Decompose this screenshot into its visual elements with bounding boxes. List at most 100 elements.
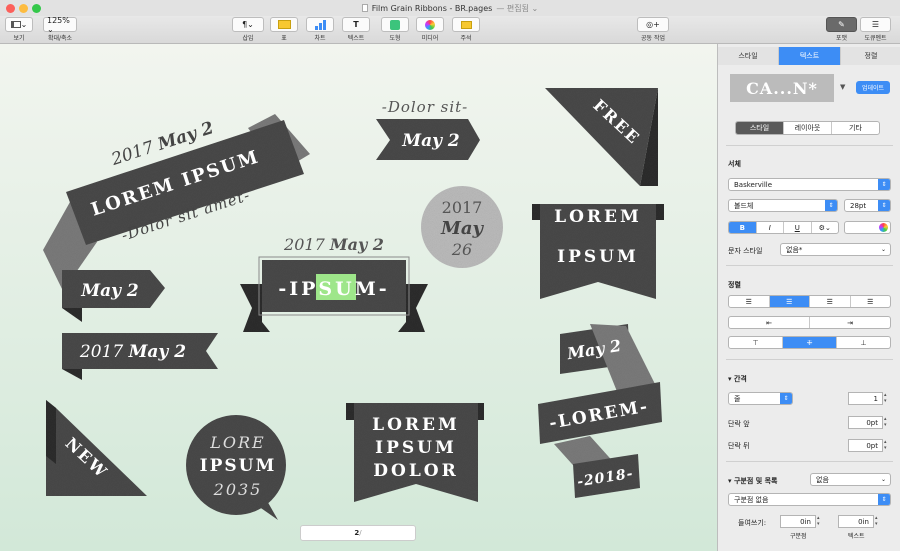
indent-bullet-stepper[interactable]: ▴ ▾ bbox=[817, 515, 824, 528]
indent-bullet-input[interactable]: 0in bbox=[780, 515, 816, 528]
indent-text-caption: 텍스트 bbox=[848, 533, 865, 540]
comment-control[interactable]: 주석 bbox=[452, 17, 480, 42]
bullets-section-label[interactable]: ▾ 구분점 및 목록 bbox=[728, 476, 777, 486]
r4-month-text: May bbox=[440, 218, 485, 239]
bullet-style-select[interactable]: 구분점 없음 ⇕ bbox=[728, 493, 891, 506]
comment-label: 주석 bbox=[460, 35, 472, 42]
text-button[interactable]: T bbox=[342, 17, 370, 32]
bullet-style-value: 구분점 없음 bbox=[734, 495, 769, 504]
spacing-section-label[interactable]: ▾ 간격 bbox=[728, 374, 747, 384]
subtab-style[interactable]: 스타일 bbox=[736, 122, 784, 134]
before-paragraph-stepper[interactable]: ▴ ▾ bbox=[884, 416, 891, 429]
insert-button[interactable]: ¶⌄ bbox=[232, 17, 264, 32]
update-style-button[interactable]: 업데이트 bbox=[856, 81, 890, 94]
align-middle-icon[interactable]: ⁜ bbox=[783, 337, 837, 348]
line-spacing-select[interactable]: 줄 ⇕ bbox=[728, 392, 793, 405]
decrease-indent-icon[interactable]: ⇤ bbox=[729, 317, 810, 328]
text-subtabs: 스타일 레이아웃 기타 bbox=[735, 121, 880, 135]
zoom-window-button[interactable] bbox=[32, 4, 41, 13]
chevron-down-icon: ⌄ bbox=[880, 476, 886, 483]
text-control[interactable]: T 텍스트 bbox=[342, 17, 370, 42]
collab-button[interactable]: ◎+ bbox=[637, 17, 669, 32]
font-weight-value: 볼드체 bbox=[734, 201, 754, 210]
format-button[interactable]: ✎ bbox=[826, 17, 857, 32]
align-section-label: 정렬 bbox=[728, 281, 741, 289]
zoom-label: 확대/축소 bbox=[47, 35, 73, 42]
paintbrush-icon: ✎ bbox=[838, 20, 845, 29]
insert-control[interactable]: ¶⌄ 삽입 bbox=[232, 17, 264, 42]
line-spacing-input[interactable]: 1 bbox=[848, 392, 883, 405]
close-window-button[interactable] bbox=[6, 4, 15, 13]
subtab-more[interactable]: 기타 bbox=[832, 122, 879, 134]
font-size-value: 28pt bbox=[850, 201, 867, 210]
text-color-well[interactable] bbox=[844, 221, 891, 234]
style-dropdown-icon[interactable]: ▼ bbox=[840, 83, 845, 91]
tab-arrange[interactable]: 정렬 bbox=[840, 47, 900, 65]
bullets-select[interactable]: 없음 ⌄ bbox=[810, 473, 891, 486]
sidebar-icon bbox=[10, 21, 21, 28]
color-wheel-icon bbox=[879, 223, 888, 232]
after-paragraph-stepper[interactable]: ▴ ▾ bbox=[884, 439, 891, 452]
subtab-layout[interactable]: 레이아웃 bbox=[784, 122, 832, 134]
char-style-label: 문자 스타일 bbox=[728, 247, 763, 255]
insert-label: 삽입 bbox=[242, 35, 254, 42]
r4-day-text: 26 bbox=[451, 240, 472, 259]
r6-main-text[interactable]: -IPSUM- bbox=[278, 278, 389, 300]
collab-control[interactable]: ◎+ 공동 작업 bbox=[637, 17, 669, 42]
after-paragraph-input[interactable]: 0pt bbox=[848, 439, 883, 452]
tab-style[interactable]: 스타일 bbox=[718, 47, 779, 65]
align-right-icon[interactable]: ☰ bbox=[810, 296, 851, 307]
toolbar: ⌄ 보기 125% ⌄ 확대/축소 ¶⌄ 삽입 표 차트 T 텍스트 도형 미디… bbox=[0, 16, 900, 44]
paragraph-icon: ¶⌄ bbox=[242, 20, 254, 29]
line-spacing-stepper[interactable]: ▴ ▾ bbox=[884, 392, 891, 405]
r11-l1-text: LORE bbox=[209, 433, 265, 452]
view-menu-button[interactable]: ⌄ bbox=[5, 17, 33, 32]
font-family-select[interactable]: Baskerville ⇕ bbox=[728, 178, 891, 191]
font-weight-select[interactable]: 볼드체 ⇕ bbox=[728, 199, 838, 212]
format-label: 포맷 bbox=[835, 35, 848, 42]
r5-bottom-text: IPSUM bbox=[557, 247, 639, 267]
ribbon-new-corner[interactable] bbox=[46, 400, 147, 496]
table-control[interactable]: 표 bbox=[270, 17, 298, 42]
bold-button[interactable]: B bbox=[729, 222, 757, 233]
align-justify-icon[interactable]: ☰ bbox=[851, 296, 891, 307]
paragraph-style-preview[interactable]: CA...N* bbox=[730, 74, 834, 102]
media-control[interactable]: 미디어 bbox=[416, 17, 444, 42]
italic-button[interactable]: I bbox=[757, 222, 784, 233]
align-left-icon[interactable]: ☰ bbox=[729, 296, 770, 307]
r2-main-text: May 2 bbox=[401, 131, 460, 151]
indent-bullet-caption: 구분점 bbox=[790, 533, 807, 540]
char-style-select[interactable]: 없음* ⌄ bbox=[780, 243, 891, 256]
tab-text[interactable]: 텍스트 bbox=[779, 47, 840, 65]
increase-indent-icon[interactable]: ⇥ bbox=[810, 317, 890, 328]
document-control[interactable]: ☰ 도큐멘트 bbox=[860, 17, 891, 42]
view-control[interactable]: ⌄ 보기 bbox=[5, 17, 33, 42]
before-paragraph-input[interactable]: 0pt bbox=[848, 416, 883, 429]
media-button[interactable] bbox=[416, 17, 444, 32]
document-button[interactable]: ☰ bbox=[860, 17, 891, 32]
font-size-select[interactable]: 28pt ⇕ bbox=[844, 199, 891, 212]
shape-button[interactable] bbox=[381, 17, 409, 32]
zoom-select[interactable]: 125% ⌄ bbox=[43, 16, 77, 34]
format-control[interactable]: ✎ 포맷 bbox=[826, 17, 857, 42]
table-label: 표 bbox=[281, 35, 287, 42]
edit-state[interactable]: — 편집됨 ⌄ bbox=[496, 3, 538, 14]
align-bottom-icon[interactable]: ⊥ bbox=[837, 337, 890, 348]
document-canvas[interactable]: 2017 May 2 LOREM IPSUM -Dolor sit amet- … bbox=[0, 44, 717, 551]
chart-button[interactable] bbox=[306, 17, 334, 32]
table-button[interactable] bbox=[270, 17, 298, 32]
shape-control[interactable]: 도형 bbox=[381, 17, 409, 42]
indent-text-stepper[interactable]: ▴ ▾ bbox=[875, 515, 882, 528]
chart-control[interactable]: 차트 bbox=[306, 17, 334, 42]
align-top-icon[interactable]: ⊤ bbox=[729, 337, 783, 348]
gear-icon[interactable]: ⚙⌄ bbox=[812, 222, 839, 233]
page-indicator[interactable]: 2 / bbox=[300, 525, 416, 541]
comment-button[interactable] bbox=[452, 17, 480, 32]
align-center-icon[interactable]: ☰ bbox=[769, 296, 810, 307]
style-preview-text: CA...N* bbox=[746, 78, 818, 98]
minimize-window-button[interactable] bbox=[19, 4, 28, 13]
indent-text-input[interactable]: 0in bbox=[838, 515, 874, 528]
underline-button[interactable]: U bbox=[784, 222, 812, 233]
divider bbox=[726, 359, 893, 360]
zoom-control[interactable]: 125% ⌄ 확대/축소 bbox=[43, 16, 77, 42]
